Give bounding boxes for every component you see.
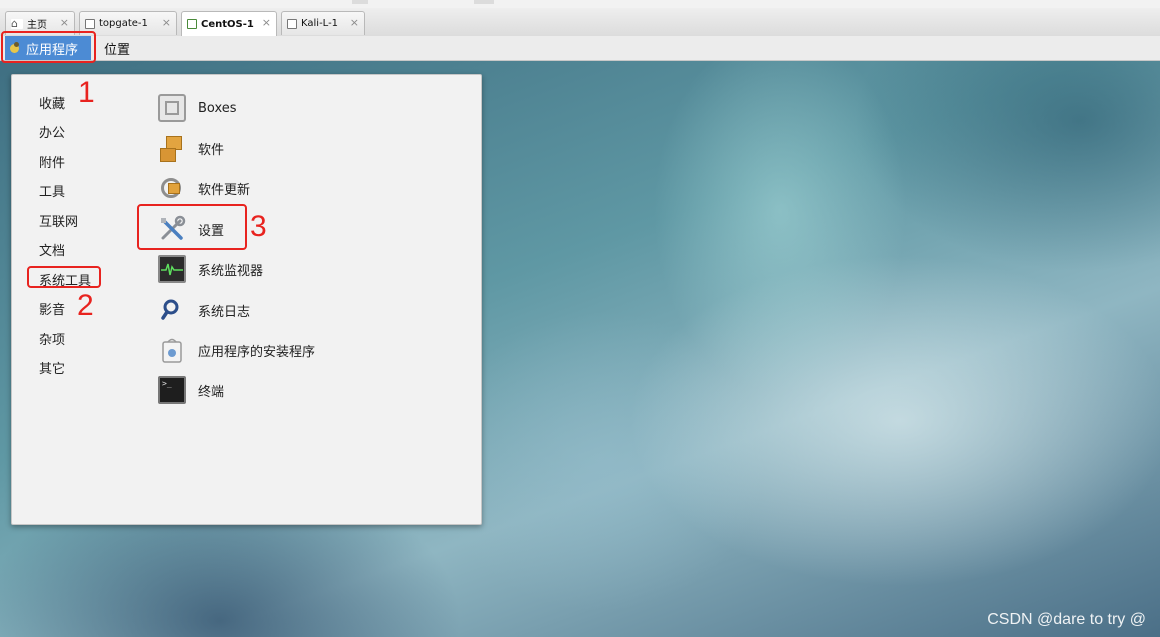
watermark: CSDN @dare to try @	[987, 611, 1146, 628]
vm-icon	[85, 18, 95, 29]
terminal-icon	[158, 376, 186, 404]
top-strip-mark	[474, 0, 494, 4]
tab-label: topgate-1	[99, 18, 148, 29]
vm-running-icon	[187, 19, 197, 29]
app-system-monitor[interactable]: 系统监视器	[158, 253, 263, 285]
annotation-number-3: 3	[250, 210, 267, 243]
annotation-box-3	[137, 204, 247, 250]
close-icon[interactable]: ×	[162, 16, 171, 29]
annotation-box-2	[27, 266, 101, 288]
app-software[interactable]: 软件	[158, 132, 224, 164]
close-icon[interactable]: ×	[262, 16, 271, 29]
boxes-icon	[158, 94, 186, 122]
app-system-log[interactable]: 系统日志	[158, 294, 250, 326]
home-icon: ⌂	[11, 18, 23, 29]
category-utilities[interactable]: 工具	[39, 181, 65, 200]
software-update-icon	[158, 174, 186, 202]
system-monitor-icon	[158, 255, 186, 283]
system-log-icon	[158, 296, 186, 324]
app-boxes[interactable]: Boxes	[158, 92, 237, 124]
tab-kali-l-1[interactable]: Kali-L-1 ×	[281, 11, 365, 35]
category-sundry[interactable]: 杂项	[39, 329, 65, 348]
places-menu-button[interactable]: 位置	[104, 39, 130, 58]
vm-tab-bar: ⌂ 主页 × topgate-1 × CentOS-1 × Kali-L-1 ×	[0, 8, 1160, 37]
category-favorites[interactable]: 收藏	[39, 93, 65, 112]
close-icon[interactable]: ×	[350, 16, 359, 29]
category-other[interactable]: 其它	[39, 358, 65, 377]
vm-icon	[287, 18, 297, 29]
tab-label: Kali-L-1	[301, 18, 339, 29]
annotation-number-2: 2	[77, 289, 94, 322]
tab-label: CentOS-1	[201, 18, 254, 30]
app-label: 软件更新	[198, 182, 251, 198]
application-installer-icon	[158, 336, 186, 364]
category-sound-video[interactable]: 影音	[39, 299, 65, 318]
category-accessories[interactable]: 附件	[39, 152, 65, 171]
annotation-box-1	[1, 31, 96, 63]
app-label: 软件	[198, 142, 225, 158]
top-strip-mark	[352, 0, 368, 4]
top-panel: 应用程序 位置	[0, 36, 1160, 61]
software-icon	[158, 134, 186, 162]
app-terminal[interactable]: 终端	[158, 374, 224, 406]
tab-centos-1[interactable]: CentOS-1 ×	[181, 11, 277, 36]
app-label: 应用程序的安装程序	[198, 344, 316, 360]
app-installer[interactable]: 应用程序的安装程序	[158, 334, 315, 366]
tab-label: 主页	[27, 20, 47, 31]
app-label: 终端	[198, 384, 225, 400]
category-internet[interactable]: 互联网	[39, 211, 78, 230]
app-software-update[interactable]: 软件更新	[158, 172, 250, 204]
close-icon[interactable]: ×	[60, 16, 69, 29]
app-label: 系统监视器	[198, 263, 264, 279]
category-office[interactable]: 办公	[39, 122, 65, 141]
app-label: Boxes	[198, 100, 237, 116]
app-label: 系统日志	[198, 304, 251, 320]
category-documents[interactable]: 文档	[39, 240, 65, 259]
annotation-number-1: 1	[78, 76, 95, 109]
window-top-strip	[0, 0, 1160, 8]
